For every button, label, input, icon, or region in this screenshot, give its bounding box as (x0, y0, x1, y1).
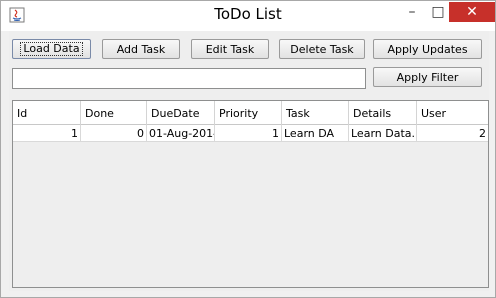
column-header-duedate[interactable]: DueDate (147, 101, 215, 125)
column-header-done[interactable]: Done (81, 101, 147, 125)
cell-id[interactable]: 1 (13, 125, 81, 141)
table-row[interactable]: 1 0 01-Aug-2014 1 Learn DA Learn Data...… (13, 125, 488, 142)
column-header-id[interactable]: Id (13, 101, 81, 125)
column-header-details[interactable]: Details (349, 101, 417, 125)
load-data-label: Load Data (20, 42, 83, 56)
delete-task-button[interactable]: Delete Task (279, 39, 365, 59)
table-header: Id Done DueDate Priority Task Details Us… (13, 101, 488, 125)
column-header-user[interactable]: User (417, 101, 488, 125)
column-header-priority[interactable]: Priority (215, 101, 282, 125)
column-header-task[interactable]: Task (282, 101, 349, 125)
app-window: ToDo List – □ ✕ Load Data Add Task Edit … (0, 0, 496, 298)
maximize-icon[interactable]: □ (425, 1, 451, 23)
edit-task-button[interactable]: Edit Task (191, 39, 269, 59)
title-bar[interactable]: ToDo List – □ ✕ (1, 1, 495, 31)
task-table[interactable]: Id Done DueDate Priority Task Details Us… (12, 100, 489, 288)
close-icon[interactable]: ✕ (449, 2, 495, 22)
minimize-icon[interactable]: – (399, 1, 425, 23)
load-data-button[interactable]: Load Data (12, 39, 91, 59)
client-area: Load Data Add Task Edit Task Delete Task… (9, 31, 489, 291)
apply-filter-button[interactable]: Apply Filter (373, 67, 482, 87)
cell-details[interactable]: Learn Data... (349, 125, 417, 141)
filter-input[interactable] (12, 68, 366, 89)
cell-task[interactable]: Learn DA (282, 125, 349, 141)
table-body: 1 0 01-Aug-2014 1 Learn DA Learn Data...… (13, 125, 488, 142)
cell-user[interactable]: 2 (417, 125, 488, 141)
cell-duedate[interactable]: 01-Aug-2014 (147, 125, 215, 141)
cell-done[interactable]: 0 (81, 125, 147, 141)
apply-updates-button[interactable]: Apply Updates (373, 39, 482, 59)
add-task-button[interactable]: Add Task (102, 39, 180, 59)
cell-priority[interactable]: 1 (215, 125, 282, 141)
